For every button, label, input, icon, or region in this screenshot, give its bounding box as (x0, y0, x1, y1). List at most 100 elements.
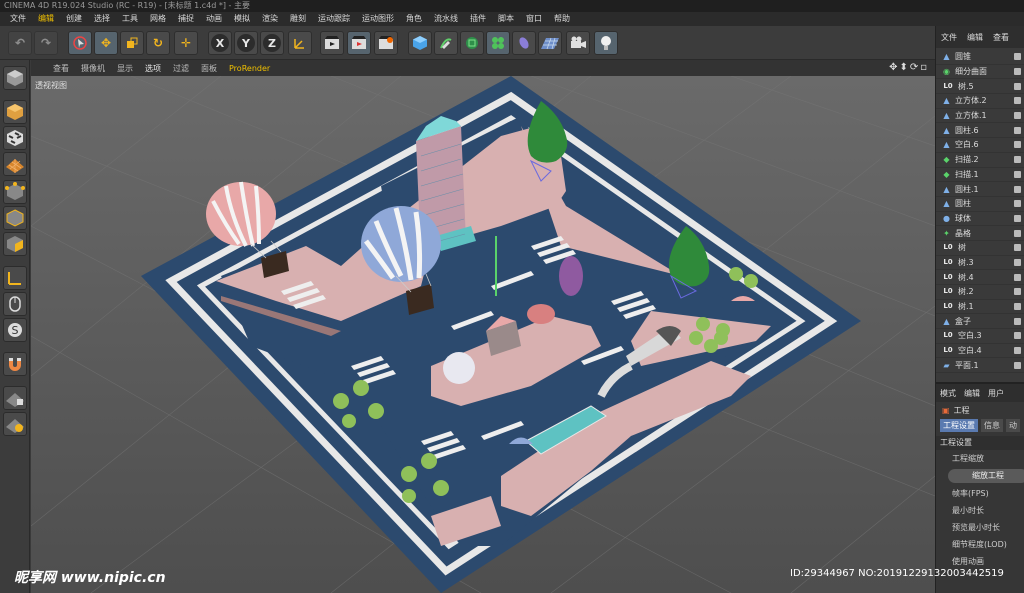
scale-icon[interactable] (120, 31, 144, 55)
object-manager-tab[interactable]: 文件 (936, 32, 962, 43)
magnet-icon[interactable] (3, 352, 27, 376)
floor-icon[interactable] (538, 31, 562, 55)
cube-icon[interactable] (408, 31, 432, 55)
move-icon[interactable]: ✥ (94, 31, 118, 55)
deformer-icon[interactable] (512, 31, 536, 55)
visibility-check[interactable] (1014, 288, 1021, 296)
menu-item[interactable]: 创建 (60, 12, 88, 26)
viewport-menu-item[interactable]: ProRender (223, 64, 276, 73)
visibility-check[interactable] (1014, 244, 1021, 252)
menu-item[interactable]: 运动图形 (356, 12, 400, 26)
visibility-check[interactable] (1014, 332, 1021, 340)
object-item[interactable]: ▲ 空白.6 (936, 138, 1024, 153)
visibility-check[interactable] (1014, 82, 1021, 90)
visibility-check[interactable] (1014, 126, 1021, 134)
menu-item[interactable]: 编辑 (32, 12, 60, 26)
menu-item[interactable]: 雕刻 (284, 12, 312, 26)
render-settings-icon[interactable] (374, 31, 398, 55)
coord-system-icon[interactable] (288, 31, 312, 55)
x-axis-icon[interactable]: X (208, 31, 232, 55)
object-item[interactable]: L0 树.1 (936, 300, 1024, 315)
object-item[interactable]: L0 树.4 (936, 270, 1024, 285)
visibility-check[interactable] (1014, 68, 1021, 76)
object-item[interactable]: L0 空白.3 (936, 329, 1024, 344)
object-item[interactable]: L0 树.5 (936, 79, 1024, 95)
model-mode-icon[interactable] (3, 100, 27, 124)
live-select-icon[interactable]: ✛ (174, 31, 198, 55)
viewport-nav-icons[interactable]: ✥⬍⟳▫ (889, 62, 929, 73)
axis-mode-icon[interactable] (3, 266, 27, 290)
subtab-dynamics[interactable]: 动 (1006, 418, 1020, 432)
visibility-check[interactable] (1014, 347, 1021, 355)
y-axis-icon[interactable]: Y (234, 31, 258, 55)
object-item[interactable]: ▲ 圆锥 (936, 50, 1024, 65)
menu-item[interactable]: 动画 (200, 12, 228, 26)
visibility-check[interactable] (1014, 258, 1021, 266)
points-mode-icon[interactable] (3, 180, 27, 204)
edges-mode-icon[interactable] (3, 206, 27, 230)
object-item[interactable]: ▲ 盒子 (936, 314, 1024, 330)
object-item[interactable]: ◉ 细分曲面 (936, 65, 1024, 80)
object-item[interactable]: ✦ 晶格 (936, 226, 1024, 241)
object-item[interactable]: L0 空白.4 (936, 344, 1024, 359)
visibility-check[interactable] (1014, 170, 1021, 178)
menu-item[interactable]: 渲染 (256, 12, 284, 26)
visibility-check[interactable] (1014, 156, 1021, 164)
pen-icon[interactable] (434, 31, 458, 55)
object-manager-tab[interactable]: 编辑 (962, 32, 988, 43)
viewport-scene[interactable] (31, 76, 935, 593)
attributes-tab[interactable]: 模式 (936, 388, 960, 399)
visibility-check[interactable] (1014, 141, 1021, 149)
array-icon[interactable] (486, 31, 510, 55)
attributes-tab[interactable]: 用户 (984, 388, 1008, 399)
viewport-menu-item[interactable]: 过滤 (167, 63, 195, 74)
visibility-check[interactable] (1014, 185, 1021, 193)
texture-mode-icon[interactable] (3, 126, 27, 150)
menu-item[interactable]: 选择 (88, 12, 116, 26)
attributes-tab[interactable]: 编辑 (960, 388, 984, 399)
menu-item[interactable]: 流水线 (428, 12, 464, 26)
object-item[interactable]: ▰ 平面.1 (936, 358, 1024, 374)
object-manager-tab[interactable]: 查看 (988, 32, 1014, 43)
scale-project-button[interactable]: 缩放工程 (948, 469, 1024, 483)
visibility-check[interactable] (1014, 97, 1021, 105)
menu-item[interactable]: 角色 (400, 12, 428, 26)
menu-item[interactable]: 插件 (464, 12, 492, 26)
menu-item[interactable]: 脚本 (492, 12, 520, 26)
subtab-project-settings[interactable]: 工程设置 (940, 418, 978, 432)
visibility-check[interactable] (1014, 303, 1021, 311)
z-axis-icon[interactable]: Z (260, 31, 284, 55)
undo-icon[interactable]: ↶ (8, 31, 32, 55)
object-item[interactable]: L0 树.3 (936, 256, 1024, 271)
object-item[interactable]: ● 球体 (936, 212, 1024, 227)
tweak-mode-icon[interactable] (3, 292, 27, 316)
object-item[interactable]: ◆ 扫描.2 (936, 153, 1024, 168)
menu-item[interactable]: 文件 (4, 12, 32, 26)
subdivide-icon[interactable] (460, 31, 484, 55)
menu-item[interactable]: 网格 (144, 12, 172, 26)
object-item[interactable]: ▲ 立方体.1 (936, 109, 1024, 124)
light-icon[interactable] (594, 31, 618, 55)
viewport-menu-item[interactable]: 选项 (139, 63, 167, 74)
object-item[interactable]: ◆ 扫描.1 (936, 168, 1024, 183)
visibility-check[interactable] (1014, 214, 1021, 222)
viewport-menu-item[interactable]: 显示 (111, 63, 139, 74)
workplane-icon[interactable] (3, 152, 27, 176)
camera-icon[interactable] (566, 31, 590, 55)
object-item[interactable]: ▲ 圆柱.6 (936, 123, 1024, 139)
viewport-menu-item[interactable]: 摄像机 (75, 63, 111, 74)
visibility-check[interactable] (1014, 112, 1021, 120)
object-list[interactable]: ▲ 圆锥 ◉ 细分曲面 L0 树.5 ▲ 立方体.2 ▲ 立方体.1 ▲ 圆柱.6 ▲ 空白.… (936, 50, 1024, 380)
planar-workplane-icon[interactable] (3, 412, 27, 436)
lock-workplane-icon[interactable] (3, 386, 27, 410)
viewport-menu-item[interactable]: 面板 (195, 63, 223, 74)
menu-item[interactable]: 帮助 (548, 12, 576, 26)
menu-item[interactable]: 运动跟踪 (312, 12, 356, 26)
object-item[interactable]: ▲ 圆柱.1 (936, 182, 1024, 197)
select-icon[interactable] (68, 31, 92, 55)
visibility-check[interactable] (1014, 200, 1021, 208)
object-item[interactable]: ▲ 圆柱 (936, 197, 1024, 212)
menu-item[interactable]: 模拟 (228, 12, 256, 26)
visibility-check[interactable] (1014, 361, 1021, 369)
visibility-check[interactable] (1014, 53, 1021, 61)
